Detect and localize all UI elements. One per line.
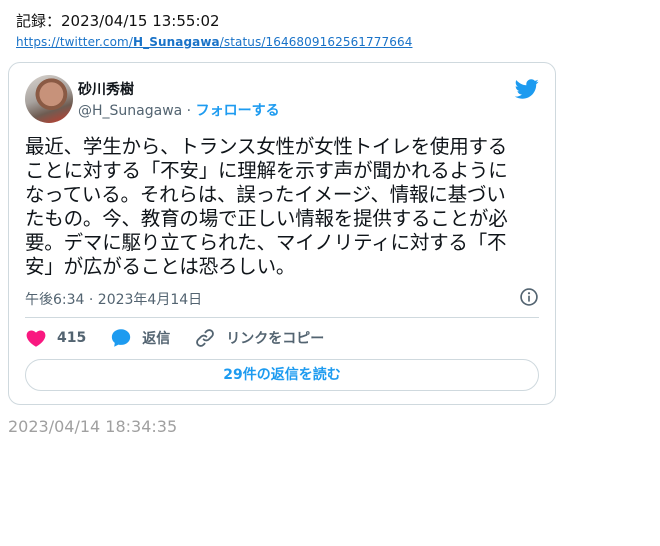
- author-handle-row: @H_Sunagawa · フォローする: [78, 100, 280, 120]
- tweet-timestamp[interactable]: 午後6:34 · 2023年4月14日: [25, 289, 202, 309]
- avatar[interactable]: [25, 75, 73, 123]
- tweet-url-link[interactable]: https://twitter.com/H_Sunagawa/status/16…: [16, 35, 412, 49]
- info-icon[interactable]: [519, 287, 539, 307]
- read-replies-button[interactable]: 29件の返信を読む: [25, 359, 539, 391]
- tweet-card: 砂川秀樹 @H_Sunagawa · フォローする 最近、学生から、トランス女性…: [8, 62, 556, 405]
- archive-date: 2023/04/14 18:34:35: [8, 417, 178, 436]
- follow-button[interactable]: フォローする: [196, 103, 280, 119]
- record-timestamp: 記録：2023/04/15 13:55:02: [16, 12, 220, 30]
- url-user: H_Sunagawa: [132, 35, 220, 49]
- copy-link-button[interactable]: リンクをコピー: [194, 327, 324, 349]
- like-count: 415: [57, 330, 87, 346]
- link-icon: [196, 329, 215, 347]
- url-prefix: https://twitter.com/: [16, 35, 133, 49]
- speech-bubble-icon: [112, 329, 131, 347]
- url-suffix: /status/1646809162561777664: [219, 35, 413, 49]
- reply-button[interactable]: 返信: [110, 327, 170, 349]
- handle-separator: ·: [182, 103, 196, 119]
- tweet-text: 最近、学生から、トランス女性が女性トイレを使用する ことに対する「不安」に理解を…: [25, 135, 508, 278]
- copy-link-label: リンクをコピー: [226, 331, 325, 347]
- tweet-actions: 415 返信 リンクをコピー: [25, 327, 348, 349]
- like-button[interactable]: 415: [25, 327, 86, 349]
- divider: [25, 317, 539, 318]
- twitter-bird-icon[interactable]: [515, 77, 539, 101]
- author-handle[interactable]: @H_Sunagawa: [78, 103, 182, 119]
- reply-label: 返信: [142, 331, 171, 347]
- heart-icon: [26, 330, 46, 347]
- author-name[interactable]: 砂川秀樹: [78, 79, 134, 99]
